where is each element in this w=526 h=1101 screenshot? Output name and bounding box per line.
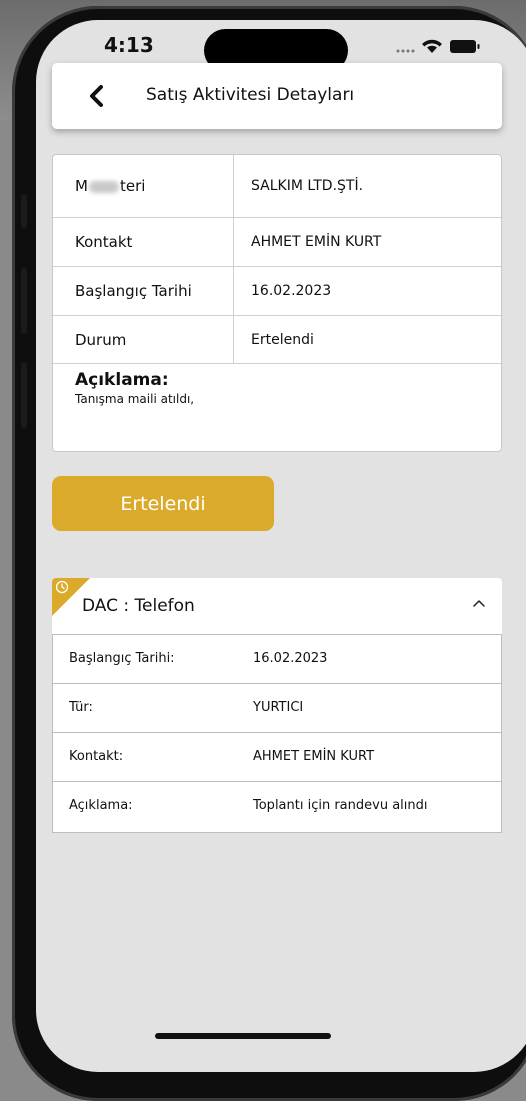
- chevron-left-icon[interactable]: [82, 81, 112, 111]
- status-label: Durum: [75, 331, 127, 349]
- description-text: Tanışma maili atıldı,: [75, 392, 195, 406]
- wifi-icon: [422, 39, 442, 53]
- status-value: Ertelendi: [251, 332, 314, 348]
- activity-title: DAC : Telefon: [82, 596, 195, 616]
- activity-description-value: Toplantı için randevu alındı: [253, 798, 428, 813]
- signal-icon: [396, 49, 415, 53]
- battery-icon: [450, 40, 480, 53]
- activity-start-date-value: 16.02.2023: [253, 651, 328, 666]
- activity-type-label: Tür:: [69, 700, 93, 715]
- table-row: Başlangıç Tarihi: 16.02.2023: [53, 634, 501, 684]
- info-row-contact: Kontakt AHMET EMİN KURT: [53, 218, 501, 267]
- activity-contact-label: Kontakt:: [69, 749, 124, 764]
- activity-type-value: YURTICI: [253, 700, 304, 715]
- contact-value: AHMET EMİN KURT: [251, 234, 382, 250]
- mute-switch: [21, 194, 27, 228]
- info-row-start-date: Başlangıç Tarihi 16.02.2023: [53, 267, 501, 316]
- activity-accordion-header[interactable]: DAC : Telefon: [52, 578, 502, 634]
- customer-value: SALKIM LTD.ŞTİ.: [251, 178, 364, 194]
- page-title: Satış Aktivitesi Detayları: [146, 85, 355, 105]
- customer-label: Mteri: [75, 177, 146, 195]
- info-card: Mteri SALKIM LTD.ŞTİ. Kontakt AHMET EMİN…: [52, 154, 502, 452]
- chevron-up-icon[interactable]: [472, 598, 486, 608]
- description-label: Açıklama:: [75, 370, 169, 390]
- info-row-customer: Mteri SALKIM LTD.ŞTİ.: [53, 155, 501, 218]
- volume-down-button: [21, 362, 27, 428]
- start-date-label: Başlangıç Tarihi: [75, 282, 192, 300]
- clock-icon: [55, 580, 69, 594]
- status-icons: [392, 36, 492, 56]
- start-date-value: 16.02.2023: [251, 283, 332, 299]
- info-row-status: Durum Ertelendi: [53, 316, 501, 364]
- volume-up-button: [21, 268, 27, 334]
- table-row: Kontakt: AHMET EMİN KURT: [53, 732, 501, 782]
- home-indicator[interactable]: [155, 1033, 331, 1039]
- contact-label: Kontakt: [75, 233, 133, 251]
- activity-contact-value: AHMET EMİN KURT: [253, 749, 375, 764]
- table-row: Açıklama: Toplantı için randevu alındı: [53, 781, 501, 831]
- activity-details: Başlangıç Tarihi: 16.02.2023 Tür: YURTIC…: [52, 634, 502, 833]
- status-button[interactable]: Ertelendi: [52, 476, 274, 531]
- navigation-bar: Satış Aktivitesi Detayları: [52, 63, 502, 129]
- redacted-text: [88, 180, 119, 193]
- activity-start-date-label: Başlangıç Tarihi:: [69, 651, 175, 666]
- table-row: Tür: YURTICI: [53, 683, 501, 733]
- app-screen: 4:13 Satış Aktivitesi Detayları M teri S…: [36, 20, 526, 1072]
- activity-description-label: Açıklama:: [69, 798, 133, 813]
- status-time: 4:13: [104, 33, 154, 57]
